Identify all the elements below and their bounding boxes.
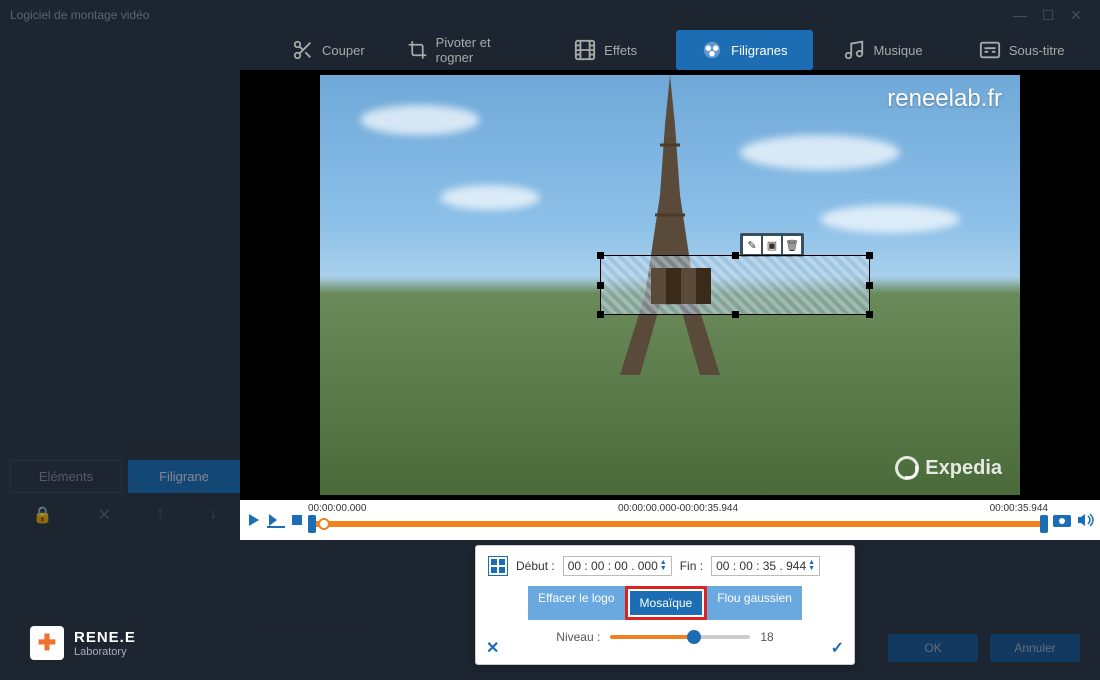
brand-badge-icon: ✚ xyxy=(30,626,64,660)
selection-toolbar: ✎ ▣ 🗑 xyxy=(740,233,804,257)
volume-button[interactable] xyxy=(1076,512,1094,528)
expedia-logo-icon xyxy=(895,456,919,480)
playhead[interactable] xyxy=(318,518,330,530)
watermark-icon xyxy=(701,39,723,61)
video-preview: reneelab.fr Expedia ✎ ▣ 🗑 xyxy=(240,70,1100,500)
start-time-input[interactable]: 00 : 00 : 00 . 000 ▲▼ xyxy=(563,556,672,576)
watermark-text-top: reneelab.fr xyxy=(887,85,1002,113)
erase-logo-button[interactable]: Effacer le logo xyxy=(528,586,625,620)
watermark-text-bottom: Expedia xyxy=(895,456,1002,480)
start-label: Début : xyxy=(516,559,555,573)
film-icon xyxy=(574,39,596,61)
gaussian-blur-button[interactable]: Flou gaussien xyxy=(707,586,802,620)
scissors-icon xyxy=(292,39,314,61)
popup-cancel-icon[interactable]: ✕ xyxy=(486,638,499,658)
snapshot-button[interactable] xyxy=(1052,512,1072,528)
tab-watermark[interactable]: Filigranes xyxy=(676,30,813,70)
play-button[interactable] xyxy=(246,512,262,528)
left-panel: Eléments Filigrane 🔒 ✕ ↑ ↓ xyxy=(10,460,240,525)
eiffel-tower-graphic xyxy=(570,75,770,375)
crop-icon xyxy=(407,39,428,61)
end-time-input[interactable]: 00 : 00 : 35 . 944 ▲▼ xyxy=(711,556,820,576)
play-range-button[interactable] xyxy=(266,512,286,528)
stop-button[interactable] xyxy=(290,513,304,527)
watermark-popup: Début : 00 : 00 : 00 . 000 ▲▼ Fin : 00 :… xyxy=(475,545,855,665)
tab-subtitle[interactable]: Sous-titre xyxy=(953,30,1090,70)
left-tab-watermark[interactable]: Filigrane xyxy=(128,460,240,493)
range-start-handle[interactable] xyxy=(308,515,316,533)
tab-effects[interactable]: Effets xyxy=(537,30,674,70)
end-label: Fin : xyxy=(680,559,703,573)
highlight-box: Mosaïque xyxy=(625,586,708,620)
mosaic-button[interactable]: Mosaïque xyxy=(630,591,703,615)
timeline-track[interactable]: 00:00:00.000 00:00:00.000-00:00:35.944 0… xyxy=(308,505,1048,535)
start-down-icon[interactable]: ▼ xyxy=(660,566,667,572)
edit-selection-icon[interactable]: ✎ xyxy=(743,236,761,254)
timeline-range-time: 00:00:00.000-00:00:35.944 xyxy=(618,503,738,514)
cancel-button[interactable]: Annuler xyxy=(990,634,1080,662)
timeline: 00:00:00.000 00:00:00.000-00:00:35.944 0… xyxy=(240,500,1100,540)
tab-rotate[interactable]: Pivoter et rogner xyxy=(399,30,536,70)
tab-music[interactable]: Musique xyxy=(815,30,952,70)
mosaic-selection-box[interactable] xyxy=(600,255,870,315)
window-title: Logiciel de montage vidéo xyxy=(10,8,149,22)
timeline-end-time: 00:00:35.944 xyxy=(990,503,1048,514)
tab-cut[interactable]: Couper xyxy=(260,30,397,70)
move-up-icon[interactable]: ↑ xyxy=(156,505,164,525)
image-selection-icon[interactable]: ▣ xyxy=(763,236,781,254)
brand-logo: ✚ RENE.E Laboratory xyxy=(30,626,136,660)
brand-subtitle: Laboratory xyxy=(74,646,136,658)
music-icon xyxy=(843,39,865,61)
maximize-button[interactable]: ☐ xyxy=(1034,5,1062,25)
video-frame[interactable]: reneelab.fr Expedia ✎ ▣ 🗑 xyxy=(320,75,1020,495)
delete-selection-icon[interactable]: 🗑 xyxy=(783,236,801,254)
fullscreen-region-button[interactable] xyxy=(488,556,508,576)
popup-confirm-icon[interactable]: ✓ xyxy=(831,638,844,658)
brand-name: RENE.E xyxy=(74,629,136,646)
delete-icon[interactable]: ✕ xyxy=(98,505,111,525)
move-down-icon[interactable]: ↓ xyxy=(209,505,217,525)
dialog-buttons: OK Annuler xyxy=(888,634,1080,662)
minimize-button[interactable]: — xyxy=(1006,5,1034,25)
timeline-start-time: 00:00:00.000 xyxy=(308,503,366,514)
end-down-icon[interactable]: ▼ xyxy=(808,566,815,572)
left-tab-elements[interactable]: Eléments xyxy=(10,460,122,493)
range-end-handle[interactable] xyxy=(1040,515,1048,533)
ok-button[interactable]: OK xyxy=(888,634,978,662)
main-tabs: Couper Pivoter et rogner Effets Filigran… xyxy=(260,30,1090,70)
subtitle-icon xyxy=(979,39,1001,61)
lock-icon[interactable]: 🔒 xyxy=(33,505,53,525)
close-button[interactable]: ✕ xyxy=(1062,5,1090,25)
titlebar: Logiciel de montage vidéo — ☐ ✕ xyxy=(0,0,1100,30)
